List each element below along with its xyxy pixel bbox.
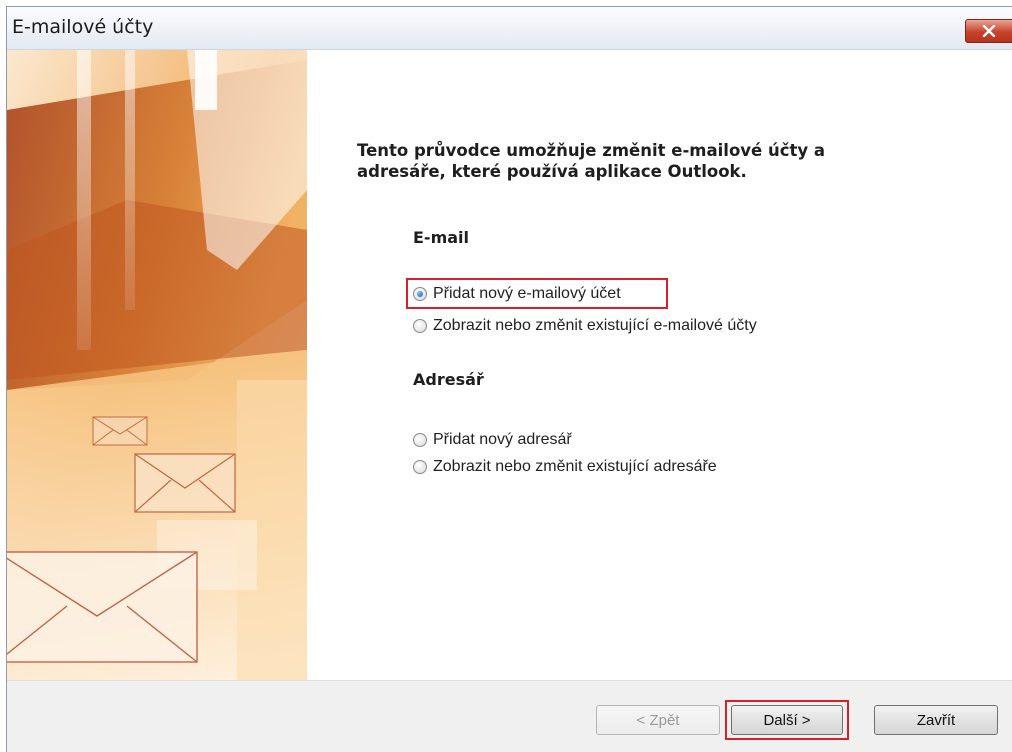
back-button[interactable]: < Zpět [596, 705, 720, 735]
outlook-wizard-artwork [7, 50, 307, 680]
radio-button[interactable] [413, 460, 427, 474]
email-accounts-dialog: E-mailové účty Tento průvodce umožňuje z… [6, 6, 1012, 752]
email-section-heading: E-mail [413, 228, 470, 247]
window-title: E-mailové účty [12, 16, 154, 38]
radio-label: Přidat nový adresář [433, 431, 572, 448]
radio-button[interactable] [413, 433, 427, 447]
radio-view-email-accounts[interactable]: Zobrazit nebo změnit existující e-mailov… [413, 314, 757, 338]
close-button[interactable]: Zavřít [874, 705, 998, 735]
radio-button[interactable] [413, 319, 427, 333]
close-icon [982, 25, 996, 37]
envelope-large-icon [7, 551, 198, 663]
wizard-footer: < Zpět Další > Zavřít [7, 680, 1012, 752]
addressbook-section-heading: Adresář [413, 370, 484, 389]
radio-view-addressbooks[interactable]: Zobrazit nebo změnit existující adresáře [413, 455, 717, 479]
wizard-content: Tento průvodce umožňuje změnit e-mailové… [7, 50, 1012, 680]
radio-add-addressbook[interactable]: Přidat nový adresář [413, 428, 572, 452]
title-bar: E-mailové účty [7, 7, 1012, 50]
envelope-small-icon [92, 416, 148, 446]
radio-label: Zobrazit nebo změnit existující e-mailov… [433, 317, 757, 334]
wizard-intro: Tento průvodce umožňuje změnit e-mailové… [357, 140, 917, 182]
intro-line-2: adresáře, které používá aplikace Outlook… [357, 162, 747, 181]
highlight-next-button [725, 700, 849, 740]
radio-label: Zobrazit nebo změnit existující adresáře [433, 458, 717, 475]
intro-line-1: Tento průvodce umožňuje změnit e-mailové… [357, 141, 826, 160]
envelope-medium-icon [134, 453, 236, 513]
close-window-button[interactable] [965, 19, 1012, 43]
highlight-add-email-account [406, 278, 668, 309]
